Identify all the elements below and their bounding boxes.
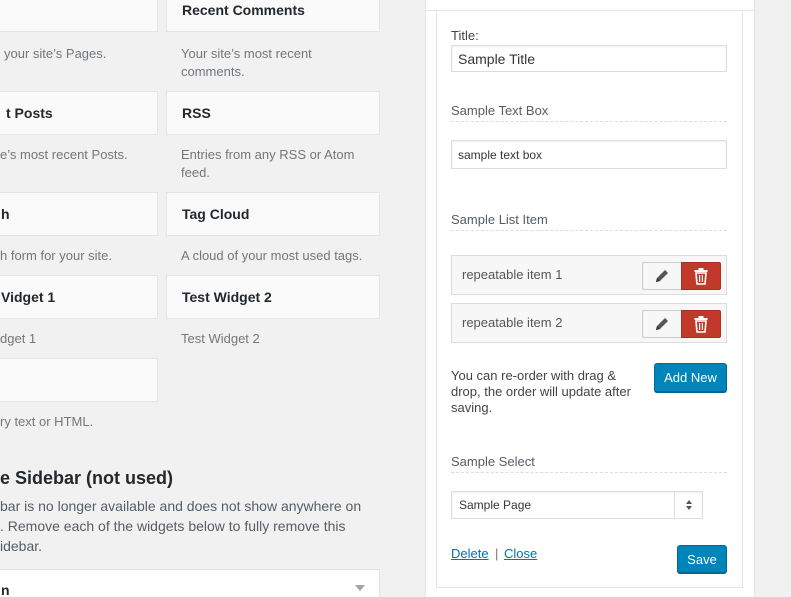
widget-text[interactable]	[0, 358, 158, 402]
save-button[interactable]: Save	[677, 545, 727, 573]
select-arrows-icon[interactable]	[675, 492, 703, 518]
list-section-label: Sample List Item	[451, 212, 727, 231]
widget-desc: ry text or HTML.	[0, 414, 94, 429]
widget-desc-line: feed.	[181, 165, 210, 180]
widget-recent-posts[interactable]: t Posts	[0, 91, 158, 135]
list-item[interactable]: repeatable item 1	[451, 255, 727, 295]
widget-title: t Posts	[6, 105, 53, 121]
widget-title: h	[1, 206, 10, 222]
widget-tag-cloud[interactable]: Tag Cloud	[166, 192, 380, 236]
textbox-section-label: Sample Text Box	[451, 103, 727, 122]
widget-title: Vidget 1	[1, 289, 56, 305]
select-value: Sample Page	[459, 498, 532, 512]
widget-desc: dget 1	[0, 331, 37, 346]
edit-button[interactable]	[642, 262, 682, 290]
widget-title: RSS	[182, 105, 211, 121]
list-item[interactable]: repeatable item 2	[451, 303, 727, 343]
delete-button[interactable]	[681, 310, 721, 338]
widget-test-1[interactable]: Vidget 1	[0, 275, 158, 319]
list-item-label: repeatable item 1	[462, 267, 563, 282]
widget-rss[interactable]: RSS	[166, 91, 380, 135]
widget-desc: Entries from any RSS or Atom feed.	[181, 146, 354, 182]
inactive-widget[interactable]: n	[0, 569, 380, 597]
sample-text-input[interactable]: sample text box	[451, 140, 727, 169]
link-separator: |	[495, 546, 499, 561]
edit-button[interactable]	[642, 310, 682, 338]
widget-desc: Your site’s most recent comments.	[181, 45, 312, 81]
widget-test-2[interactable]: Test Widget 2	[166, 275, 380, 319]
reorder-help-text: You can re-order with drag & drop, the o…	[451, 368, 651, 416]
widgets-screen: Recent Comments your site’s Pages. Your …	[0, 0, 791, 597]
delete-link[interactable]: Delete	[451, 546, 489, 561]
inactive-widget-title: n	[1, 582, 10, 597]
help-line: saving.	[451, 400, 493, 415]
select-section-label: Sample Select	[451, 454, 727, 473]
widget-desc-line: Your site’s most recent	[181, 46, 312, 61]
sample-select[interactable]: Sample Page	[451, 491, 703, 519]
widget-desc-line: comments.	[181, 64, 245, 79]
widget-title: Test Widget 2	[182, 289, 272, 305]
widget-desc: Test Widget 2	[181, 331, 260, 346]
widget-search[interactable]: h	[0, 192, 158, 236]
delete-button[interactable]	[681, 262, 721, 290]
help-line: You can re-order with drag &	[451, 368, 617, 383]
title-label: Title:	[451, 28, 479, 43]
widget-desc: your site’s Pages.	[4, 46, 107, 61]
inactive-sidebar-desc: bar is no longer available and does not …	[0, 496, 362, 556]
pencil-icon	[656, 270, 668, 282]
close-link[interactable]: Close	[504, 546, 537, 561]
help-line: drop, the order will update after	[451, 384, 631, 399]
sidebar-desc-line: bar is no longer available and does not …	[0, 498, 362, 514]
widget-title: Recent Comments	[182, 2, 305, 18]
title-input-value: Sample Title	[458, 50, 536, 67]
trash-icon	[694, 268, 708, 285]
sidebar-desc-line: idebar.	[0, 538, 43, 554]
widget-desc: e’s most recent Posts.	[0, 147, 128, 162]
widget-desc: A cloud of your most used tags.	[181, 248, 363, 263]
list-item-label: repeatable item 2	[462, 315, 563, 330]
title-input[interactable]: Sample Title	[451, 45, 727, 72]
sidebar-desc-line: . Remove each of the widgets below to fu…	[0, 518, 346, 534]
trash-icon	[694, 316, 708, 333]
widget-recent-comments[interactable]: Recent Comments	[166, 0, 380, 32]
widget-pages[interactable]	[0, 0, 158, 32]
triangle-down-icon[interactable]	[355, 585, 365, 591]
widget-desc: h form for your site.	[0, 248, 112, 263]
pencil-icon	[656, 318, 668, 330]
add-new-button[interactable]: Add New	[654, 363, 727, 392]
widget-desc-line: Entries from any RSS or Atom	[181, 147, 355, 162]
widget-title: Tag Cloud	[182, 206, 250, 222]
inactive-sidebar-title: e Sidebar (not used)	[0, 468, 174, 488]
sample-text-value: sample text box	[458, 147, 543, 162]
